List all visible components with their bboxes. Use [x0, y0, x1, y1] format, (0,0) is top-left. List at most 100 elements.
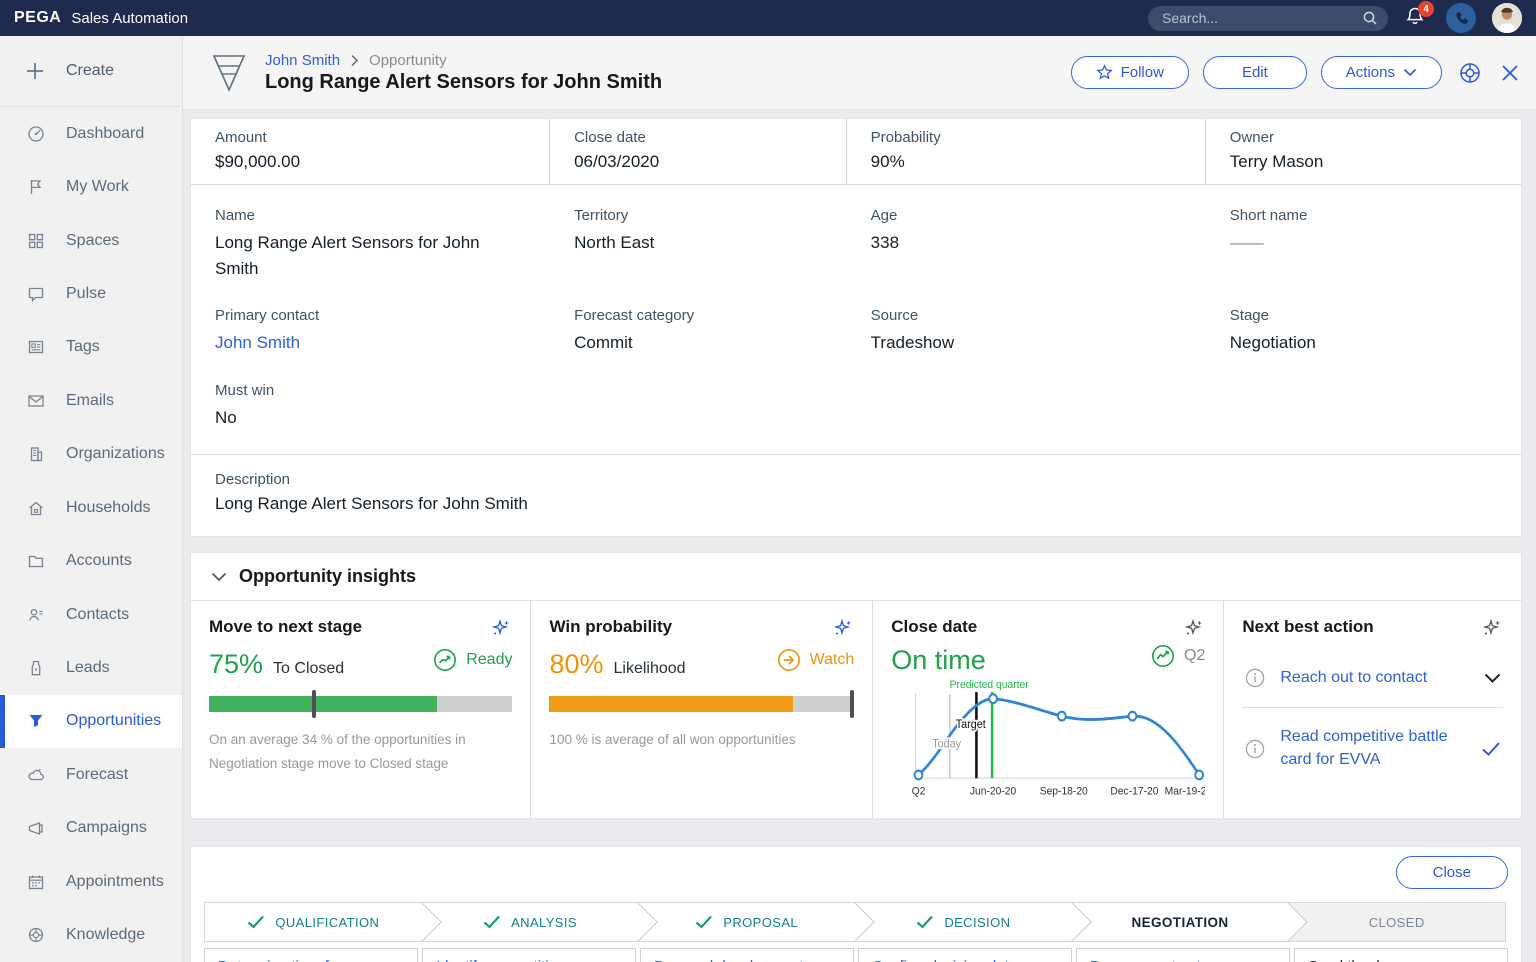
stage-proposal[interactable]: PROPOSAL: [638, 902, 856, 942]
stage-qualification[interactable]: QUALIFICATION: [204, 902, 422, 942]
insights-header[interactable]: Opportunity insights: [191, 553, 1521, 601]
notifications-button[interactable]: 4: [1404, 1, 1434, 31]
field-value: 338: [870, 233, 900, 252]
search-input[interactable]: [1162, 10, 1362, 26]
house-icon: [29, 501, 43, 515]
close-tab-button[interactable]: [1498, 61, 1522, 85]
sparkle-icon: [492, 618, 510, 636]
field-source: Source Tradeshow: [847, 299, 1206, 374]
svg-text:Mar-19-21: Mar-19-21: [1165, 785, 1205, 798]
field-value: No: [215, 407, 237, 427]
sidebar-item-knowledge[interactable]: Knowledge: [0, 909, 182, 962]
user-avatar[interactable]: [1492, 3, 1522, 33]
task-proposal-development[interactable]: Proposal development: [640, 948, 854, 962]
help-button[interactable]: [1456, 59, 1484, 87]
sidebar-item-accounts[interactable]: Accounts: [0, 534, 182, 587]
quarter-badge: Q2: [1150, 643, 1205, 669]
search-icon[interactable]: [1362, 10, 1378, 26]
field-label: Name: [215, 207, 256, 224]
sales-stage-panel: Close QUALIFICATION ANALYSIS PROPOSAL DE…: [190, 846, 1522, 962]
insight-caption: On an average 34 % of the opportunities …: [209, 732, 466, 772]
global-search[interactable]: [1148, 5, 1388, 31]
sparkle-icon: [1185, 618, 1203, 636]
avatar-photo: [1492, 3, 1522, 33]
collapse-chevron-icon[interactable]: [211, 572, 227, 582]
sidebar-item-label: Appointments: [66, 872, 164, 890]
stage-tasks-grid: Determine time-frame Identify competitio…: [204, 948, 1508, 962]
sidebar-item-label: Knowledge: [66, 926, 146, 944]
task-prepare-contract[interactable]: Prepare contract: [1076, 948, 1290, 962]
task-confirm-decision-date[interactable]: Confirm decision date: [858, 948, 1072, 962]
sidebar-item-appointments[interactable]: Appointments: [0, 855, 182, 908]
sidebar-item-forecast[interactable]: Forecast: [0, 748, 182, 801]
field-value: 90%: [870, 152, 905, 171]
page-title: Long Range Alert Sensors for John Smith: [265, 70, 663, 93]
close-label: Close: [1432, 864, 1471, 881]
field-short-name: Short name ——: [1206, 199, 1521, 299]
stage-closed[interactable]: CLOSED: [1288, 902, 1507, 942]
field-territory: Territory North East: [550, 199, 847, 299]
task-determine-time-frame[interactable]: Determine time-frame: [204, 948, 418, 962]
insight-card-next-best-action: Next best action Reach out to contact Re…: [1224, 601, 1521, 818]
field-name: Name Long Range Alert Sensors for John S…: [191, 199, 521, 299]
app-title: Sales Automation: [71, 9, 189, 27]
stage-negotiation[interactable]: NEGOTIATION: [1071, 902, 1289, 942]
svg-text:Q2: Q2: [912, 785, 926, 798]
close-date-line-chart: Predicted quarter Today Target Q2 Jun-20…: [912, 678, 1205, 798]
flag-icon: [30, 180, 42, 195]
insight-title: Close date: [891, 617, 978, 636]
chevron-down-icon[interactable]: [1484, 673, 1501, 684]
stage-decision[interactable]: DECISION: [855, 902, 1072, 942]
main-content: John Smith Opportunity Long Range Alert …: [183, 36, 1536, 962]
sidebar-item-emails[interactable]: Emails: [0, 374, 182, 427]
field-label: Must win: [215, 381, 275, 399]
content-scroll-area[interactable]: Amount $90,000.00 Close date 06/03/2020 …: [183, 110, 1536, 962]
sidebar-item-contacts[interactable]: Contacts: [0, 588, 182, 641]
life-ring-icon: [1460, 62, 1480, 83]
field-value: Commit: [574, 333, 633, 352]
speech-bubble-icon: [28, 287, 44, 303]
x-axis-ticks: Q2 Jun-20-20 Sep-18-20 Dec-17-20 Mar-19-…: [912, 785, 1205, 798]
check-icon[interactable]: [1481, 741, 1501, 757]
sidebar-item-households[interactable]: Households: [0, 481, 182, 534]
task-identify-competition[interactable]: Identify competition: [422, 948, 636, 962]
megaphone-icon: [28, 822, 43, 836]
calendar-icon: [28, 875, 44, 889]
sidebar: Create Dashboard My Work Spaces Pulse Ta…: [0, 36, 183, 962]
action-link-reach-out[interactable]: Reach out to contact: [1280, 667, 1470, 689]
today-label: Today: [932, 738, 961, 751]
edit-button[interactable]: Edit: [1202, 56, 1307, 89]
close-stage-button[interactable]: Close: [1395, 856, 1508, 889]
create-button[interactable]: Create: [0, 36, 182, 107]
primary-contact-link[interactable]: John Smith: [215, 330, 526, 356]
stage-analysis[interactable]: ANALYSIS: [421, 902, 639, 942]
field-label: Close date: [574, 129, 646, 146]
sidebar-item-my-work[interactable]: My Work: [0, 160, 182, 213]
breadcrumb-contact-link[interactable]: John Smith: [265, 52, 340, 69]
phone-button[interactable]: [1446, 3, 1476, 33]
follow-button[interactable]: Follow: [1070, 56, 1189, 89]
star-icon: [1095, 64, 1113, 80]
sidebar-item-label: Forecast: [66, 765, 129, 783]
field-label: Primary contact: [215, 307, 320, 324]
sidebar-item-opportunities[interactable]: Opportunities: [0, 694, 182, 749]
sidebar-item-organizations[interactable]: Organizations: [0, 428, 182, 481]
pega-logo: PEGA: [14, 9, 62, 26]
average-marker: [312, 690, 317, 718]
sidebar-item-leads[interactable]: Leads: [0, 641, 182, 694]
sidebar-item-campaigns[interactable]: Campaigns: [0, 802, 182, 855]
win-probability-percent: 80%: [549, 649, 604, 679]
watch-badge: Watch: [776, 647, 854, 673]
sidebar-item-dashboard[interactable]: Dashboard: [0, 107, 182, 160]
sidebar-item-pulse[interactable]: Pulse: [0, 267, 182, 320]
field-label: Short name: [1229, 207, 1308, 224]
stage-move-progress-bar: [209, 690, 513, 718]
action-link-battle-card[interactable]: Read competitive battle card for EVVA: [1280, 726, 1467, 771]
sidebar-item-label: Tags: [66, 338, 100, 356]
sidebar-item-tags[interactable]: Tags: [0, 321, 182, 374]
sidebar-item-spaces[interactable]: Spaces: [0, 214, 182, 267]
actions-button[interactable]: Actions: [1320, 56, 1442, 89]
sidebar-item-label: Accounts: [66, 552, 132, 570]
trend-up-circle-icon: [434, 649, 457, 671]
insight-title: Next best action: [1242, 617, 1374, 636]
